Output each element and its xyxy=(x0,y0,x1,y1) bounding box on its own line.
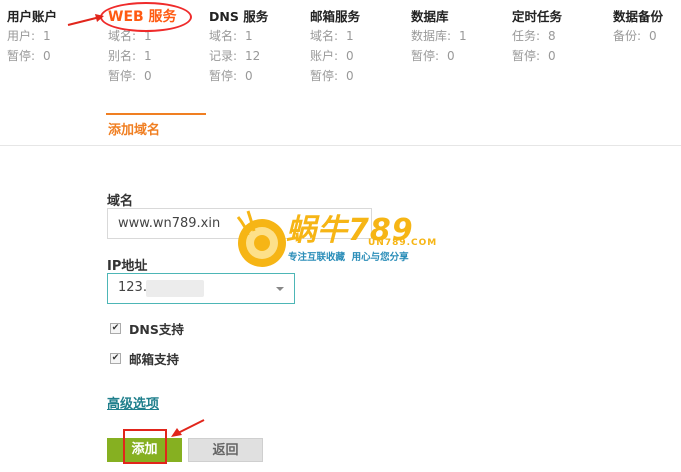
tab-add-domain[interactable]: 添加域名 xyxy=(106,113,206,144)
ip-label: IP地址 xyxy=(107,259,148,274)
column-title[interactable]: 数据备份 xyxy=(613,8,663,26)
stats-column-mail-service: 邮箱服务 域名: 1 账户: 0 暂停: 0 xyxy=(310,8,360,86)
advanced-options-link[interactable]: 高级选项 xyxy=(107,393,159,412)
stat-row: 域名: 1 xyxy=(310,29,354,43)
column-title[interactable]: 邮箱服务 xyxy=(310,8,360,26)
stats-column-database: 数据库 数据库: 1 暂停: 0 xyxy=(411,8,467,66)
mail-support-checkbox[interactable]: ✔ 邮箱支持 xyxy=(110,349,179,368)
checkbox-checked-icon[interactable]: ✔ xyxy=(110,323,121,334)
stat-row: 用户: 1 xyxy=(7,29,51,43)
chevron-down-icon xyxy=(276,287,284,291)
stat-row: 账户: 0 xyxy=(310,49,354,63)
stat-row: 暂停: 0 xyxy=(7,49,51,63)
stat-row: 域名: 1 xyxy=(209,29,253,43)
redacted-ip xyxy=(146,280,204,297)
back-button[interactable]: 返回 xyxy=(188,438,263,462)
stat-row: 记录: 12 xyxy=(209,49,261,63)
annotation-arrow-icon xyxy=(67,14,104,26)
stats-column-dns-service: DNS 服务 域名: 1 记录: 12 暂停: 0 xyxy=(209,8,268,86)
column-title[interactable]: 数据库 xyxy=(411,8,467,26)
column-title[interactable]: 定时任务 xyxy=(512,8,562,26)
stats-column-backups: 数据备份 备份: 0 xyxy=(613,8,663,46)
domain-label: 域名 xyxy=(107,194,134,209)
column-title[interactable]: 用户账户 xyxy=(7,8,57,26)
annotation-box xyxy=(123,429,167,464)
tab-bar: 添加域名 xyxy=(0,113,681,146)
checkbox-checked-icon[interactable]: ✔ xyxy=(110,353,121,364)
column-title[interactable]: DNS 服务 xyxy=(209,8,268,26)
stats-column-web-service: WEB 服务 域名: 1 别名: 1 暂停: 0 xyxy=(100,2,192,86)
watermark-slogan: 专注互联收藏 用心与您分享 xyxy=(288,252,409,263)
stat-row: 别名: 1 xyxy=(108,49,152,63)
stat-row: 暂停: 0 xyxy=(512,49,556,63)
stats-column-cron-jobs: 定时任务 任务: 8 暂停: 0 xyxy=(512,8,562,66)
snail-logo-icon xyxy=(236,210,286,267)
stat-row: 暂停: 0 xyxy=(209,69,253,83)
annotation-oval xyxy=(100,2,192,32)
watermark-site: UN789.COM xyxy=(368,238,438,248)
dns-support-checkbox[interactable]: ✔ DNS支持 xyxy=(110,319,184,338)
stat-row: 暂停: 0 xyxy=(310,69,354,83)
stat-row: 数据库: 1 xyxy=(411,29,467,43)
stats-column-user-accounts: 用户账户 用户: 1 暂停: 0 xyxy=(7,8,57,66)
column-title-web[interactable]: WEB 服务 xyxy=(100,2,192,32)
stat-row: 暂停: 0 xyxy=(108,69,152,83)
stat-row: 任务: 8 xyxy=(512,29,556,43)
stat-row: 备份: 0 xyxy=(613,29,657,43)
dns-support-label: DNS支持 xyxy=(129,322,184,337)
stat-row: 暂停: 0 xyxy=(411,49,455,63)
ip-select[interactable]: 123.5 xyxy=(107,273,295,304)
mail-support-label: 邮箱支持 xyxy=(129,352,180,367)
watermark-logo: 蜗牛789 UN789.COM 专注互联收藏 用心与您分享 xyxy=(228,205,463,275)
annotation-arrow-icon xyxy=(171,419,205,437)
